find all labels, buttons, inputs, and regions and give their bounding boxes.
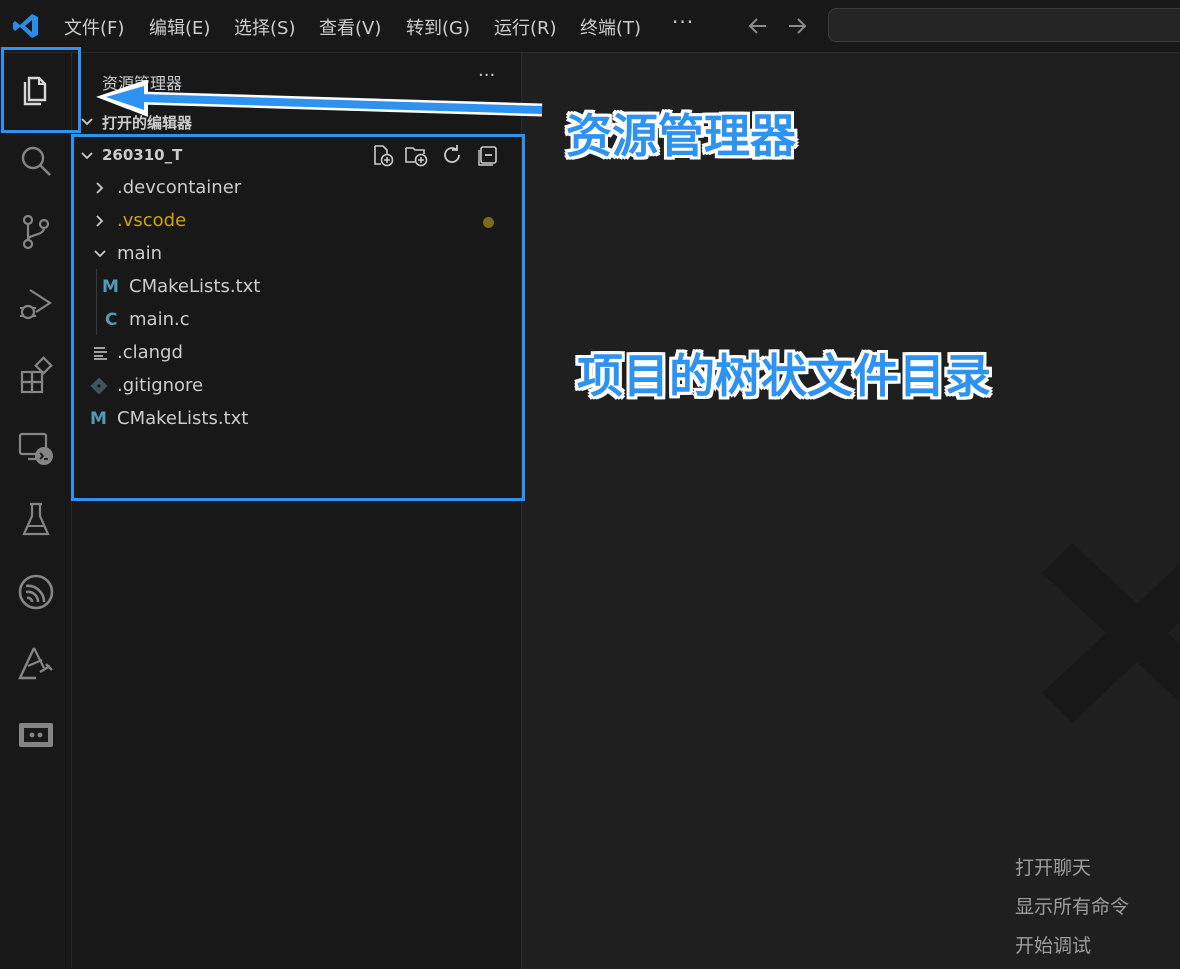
tree-item-main-cmakelists[interactable]: M CMakeLists.txt (72, 272, 521, 302)
tree-item-label: CMakeLists.txt (129, 276, 261, 297)
tree-item-label: .clangd (117, 342, 183, 363)
tree-item-label: .devcontainer (117, 177, 242, 198)
git-file-icon (90, 377, 108, 395)
tree-item-label: .gitignore (117, 375, 204, 396)
hint-open-chat[interactable]: 打开聊天 (1015, 853, 1091, 880)
explorer-annotation-label: 资源管理器 (566, 109, 796, 163)
source-control-icon[interactable] (14, 210, 58, 254)
run-debug-icon[interactable] (14, 282, 58, 326)
hint-start-debugging[interactable]: 开始调试 (1015, 931, 1091, 958)
collapse-all-icon[interactable] (476, 143, 500, 167)
remote-explorer-icon[interactable] (14, 426, 58, 470)
tree-item-root-cmakelists[interactable]: M CMakeLists.txt (72, 404, 521, 434)
chevron-down-icon (81, 152, 93, 160)
tree-item-devcontainer[interactable]: .devcontainer (72, 173, 521, 203)
editor-area: 打开聊天 显示所有命令 开始调试 (522, 53, 1180, 969)
tree-item-label: CMakeLists.txt (117, 408, 249, 429)
activity-bar (0, 53, 72, 969)
menu-edit[interactable]: 编辑(E) (149, 14, 210, 40)
new-folder-icon[interactable] (404, 143, 428, 167)
tree-item-label: main.c (129, 309, 190, 330)
tree-annotation-label: 项目的树状文件目录 (577, 349, 991, 403)
annotation-arrow-icon (96, 80, 543, 117)
menu-more-button[interactable]: ··· (672, 10, 694, 34)
extensions-icon[interactable] (14, 354, 58, 398)
tree-item-main-folder[interactable]: main (72, 239, 521, 269)
chevron-right-icon (96, 215, 104, 227)
tree-item-gitignore[interactable]: .gitignore (72, 371, 521, 401)
menu-terminal[interactable]: 终端(T) (580, 14, 641, 40)
back-arrow-icon[interactable] (747, 16, 769, 36)
refresh-icon[interactable] (440, 143, 464, 167)
tree-item-clangd[interactable]: .clangd (72, 338, 521, 368)
cmake-file-icon: M (90, 409, 107, 429)
c-file-icon: C (105, 310, 118, 330)
text-file-icon (94, 347, 107, 360)
modified-indicator-dot (483, 217, 494, 228)
new-file-icon[interactable] (370, 143, 394, 167)
menu-view[interactable]: 查看(V) (319, 14, 381, 40)
project-section-header[interactable]: 260310_T (72, 143, 521, 169)
menu-run[interactable]: 运行(R) (494, 14, 557, 40)
hint-show-all-commands[interactable]: 显示所有命令 (1015, 892, 1129, 919)
explorer-sidebar: 资源管理器 ··· 打开的编辑器 260310_T .devcontainer … (72, 53, 522, 969)
platformio-icon[interactable] (14, 642, 58, 686)
testing-icon[interactable] (14, 498, 58, 542)
search-icon[interactable] (14, 139, 58, 183)
forward-arrow-icon[interactable] (786, 16, 808, 36)
esp-idf-icon[interactable] (14, 570, 58, 614)
menu-go[interactable]: 转到(G) (406, 14, 470, 40)
chevron-down-icon (94, 250, 106, 258)
tree-item-label: main (117, 243, 162, 264)
tree-item-label: .vscode (117, 210, 187, 231)
command-center-search-input[interactable] (828, 8, 1180, 42)
project-name: 260310_T (102, 146, 183, 164)
vscode-logo-icon (13, 14, 38, 38)
menu-file[interactable]: 文件(F) (64, 14, 124, 40)
chevron-right-icon (96, 182, 104, 194)
explorer-icon[interactable] (14, 67, 58, 111)
serial-monitor-icon[interactable] (14, 714, 58, 758)
menu-selection[interactable]: 选择(S) (234, 14, 295, 40)
title-bar: 文件(F) 编辑(E) 选择(S) 查看(V) 转到(G) 运行(R) 终端(T… (0, 0, 1180, 53)
cmake-file-icon: M (102, 277, 119, 297)
tree-item-vscode[interactable]: .vscode (72, 206, 521, 236)
vscode-watermark-icon (1042, 543, 1180, 723)
tree-item-main-c[interactable]: C main.c (72, 305, 521, 335)
